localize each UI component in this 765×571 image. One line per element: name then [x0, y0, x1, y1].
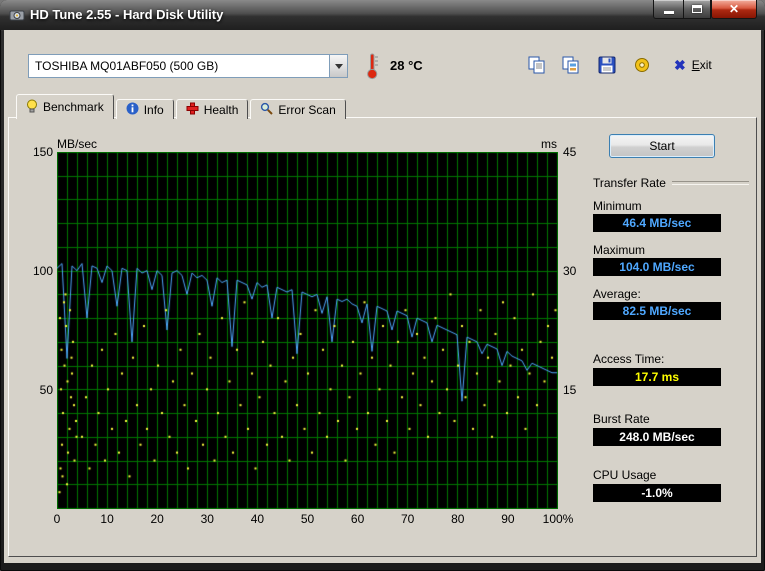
tick-label: 70 [401, 512, 415, 526]
transfer-rate-section: Transfer Rate [593, 176, 749, 190]
start-button-label: Start [649, 139, 675, 153]
benchmark-chart [57, 152, 558, 509]
tick-label: 40 [250, 512, 265, 526]
thermometer-icon [366, 52, 380, 83]
drive-select-value: TOSHIBA MQ01ABF050 (500 GB) [35, 59, 219, 73]
tab-info-label: Info [143, 102, 164, 117]
average-label: Average: [593, 287, 641, 301]
tick-label: 30 [563, 264, 577, 278]
exit-label: Exit [691, 58, 712, 72]
maximum-label: Maximum [593, 243, 646, 257]
tick-label: 50 [300, 512, 315, 526]
average-value: 82.5 MB/sec [593, 302, 721, 320]
exit-icon: ✖ [674, 57, 686, 73]
window-title: HD Tune 2.55 - Hard Disk Utility [30, 7, 224, 22]
tab-benchmark[interactable]: Benchmark [16, 94, 114, 119]
close-button[interactable]: ✕ [711, 0, 757, 19]
tick-label: 0 [53, 512, 61, 526]
close-icon: ✕ [728, 2, 740, 16]
left-axis-title: MB/sec [57, 137, 98, 151]
tick-label: 90 [501, 512, 515, 526]
tick-label: 30 [200, 512, 214, 526]
chevron-down-icon [334, 63, 343, 69]
options-icon[interactable] [632, 55, 652, 75]
app-window: HD Tune 2.55 - Hard Disk Utility ✕ TOSHI… [0, 0, 765, 571]
copy-text-icon[interactable] [527, 55, 547, 75]
tick-label: 80 [451, 512, 465, 526]
drive-select-dropdown-button[interactable] [329, 55, 347, 77]
save-icon[interactable] [597, 55, 617, 75]
tick-label: 60 [350, 512, 365, 526]
tick-label: 15 [563, 383, 577, 397]
tab-bar: Benchmark Info Health Error Scan [16, 94, 348, 119]
tab-benchmark-label: Benchmark [43, 100, 104, 114]
start-button[interactable]: Start [609, 134, 715, 158]
tick-label: 10 [100, 512, 114, 526]
info-icon [126, 102, 139, 118]
tab-info[interactable]: Info [115, 99, 174, 119]
right-axis-title: ms [541, 137, 557, 151]
app-icon [9, 7, 25, 26]
minimize-button[interactable] [653, 0, 683, 19]
tick-label: 50 [39, 383, 53, 397]
burst-rate-value: 248.0 MB/sec [593, 428, 721, 446]
tick-label: 100 [32, 264, 53, 278]
x-axis-ticks: 0 10 20 30 40 50 60 70 80 90 100% [53, 512, 574, 526]
tab-health[interactable]: Health [175, 99, 249, 119]
transfer-rate-title: Transfer Rate [593, 176, 666, 190]
lightbulb-icon [26, 99, 38, 116]
magnifier-icon [260, 102, 274, 118]
cpu-usage-label: CPU Usage [593, 468, 657, 482]
health-cross-icon [186, 102, 199, 118]
drive-select[interactable]: TOSHIBA MQ01ABF050 (500 GB) [28, 54, 348, 78]
access-time-label: Access Time: [593, 352, 665, 366]
tick-label: 20 [150, 512, 164, 526]
maximum-value: 104.0 MB/sec [593, 258, 721, 276]
titlebar[interactable]: HD Tune 2.55 - Hard Disk Utility ✕ [0, 0, 765, 30]
maximize-button[interactable] [683, 0, 711, 19]
temperature-value: 28 °C [390, 58, 423, 73]
minimize-icon [663, 10, 674, 14]
minimum-value: 46.4 MB/sec [593, 214, 721, 232]
left-axis-ticks: 150 100 50 [20, 145, 53, 509]
cpu-usage-value: -1.0% [593, 484, 721, 502]
maximize-icon [692, 5, 702, 13]
copy-image-icon[interactable] [561, 55, 581, 75]
exit-button[interactable]: ✖ Exit [674, 58, 712, 72]
tab-error-scan-label: Error Scan [278, 102, 336, 117]
right-axis-ticks: 45 30 15 [563, 145, 593, 509]
burst-rate-label: Burst Rate [593, 412, 650, 426]
tick-label: 100% [542, 512, 574, 526]
minimum-label: Minimum [593, 199, 642, 213]
tick-label: 45 [563, 145, 577, 159]
tab-error-scan[interactable]: Error Scan [250, 99, 346, 119]
window-controls: ✕ [653, 0, 757, 19]
access-time-value: 17.7 ms [593, 368, 721, 386]
tab-health-label: Health [203, 102, 239, 117]
tick-label: 150 [32, 145, 53, 159]
